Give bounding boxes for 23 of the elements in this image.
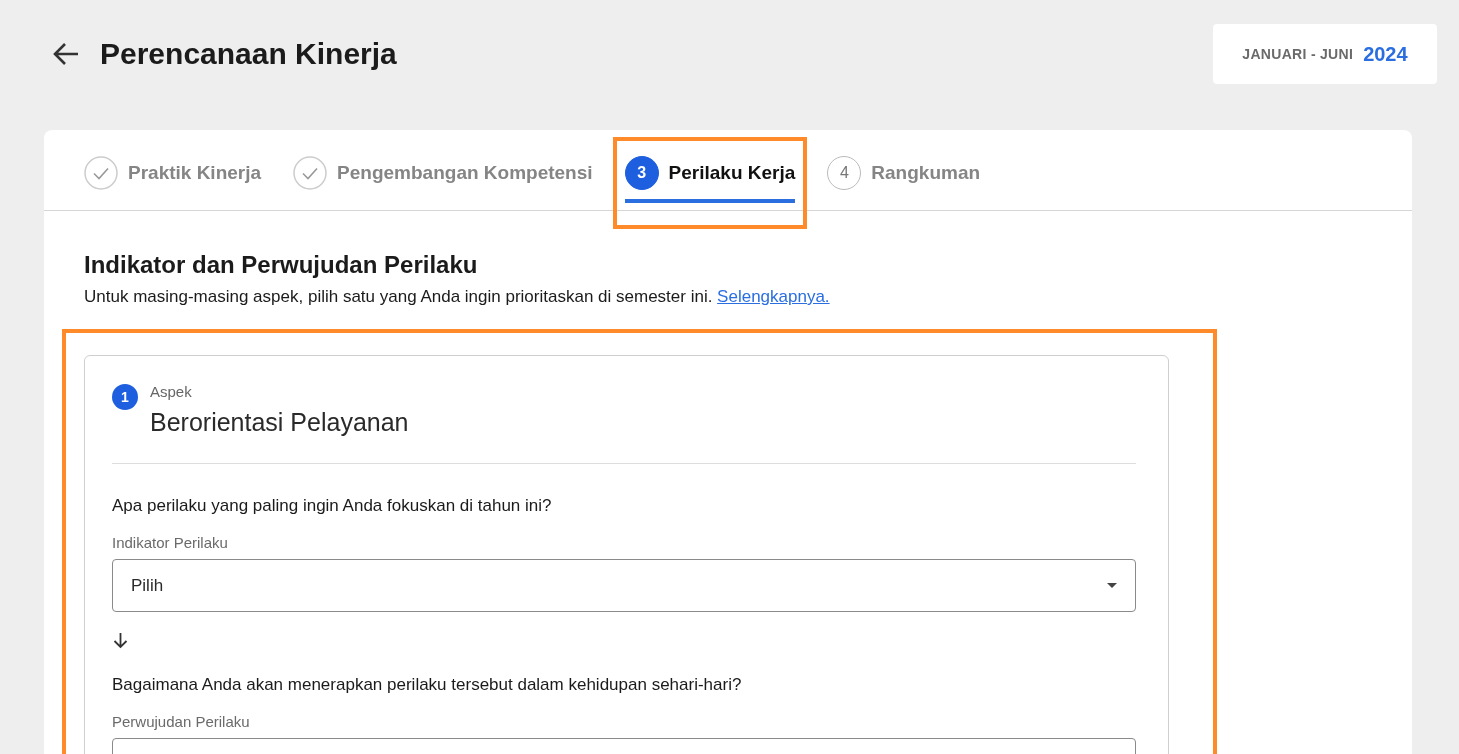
down-arrow-icon <box>112 632 129 649</box>
page-title: Perencanaan Kinerja <box>100 37 397 71</box>
aspect-caption: Aspek <box>150 383 193 400</box>
period-label: JANUARI - JUNI <box>1242 46 1354 62</box>
section-description: Untuk masing-masing aspek, pilih satu yang Anda ingin prioritaskan di semester ini. Selengkapnya. <box>84 287 831 307</box>
step-tab[interactable]: 4 Rangkuman <box>815 137 993 229</box>
step-number: 3 <box>624 156 659 190</box>
check-circle-icon <box>293 156 328 190</box>
step-tab[interactable]: 3 Perilaku Kerja <box>612 137 808 229</box>
more-link[interactable]: Selengkapnya. <box>717 287 830 306</box>
step-tab[interactable]: Pengembangan Kompetensi <box>281 137 605 229</box>
field-label: Indikator Perilaku <box>112 534 229 551</box>
field-label: Perwujudan Perilaku <box>112 713 251 730</box>
aspect-title: Berorientasi Pelayanan <box>150 408 409 437</box>
aspect-number: 1 <box>112 384 138 410</box>
step-tab[interactable]: Praktik Kinerja <box>72 137 274 229</box>
check-circle-icon <box>84 156 118 190</box>
section-title: Indikator dan Perwujudan Perilaku <box>84 251 479 279</box>
select-field[interactable]: Pilih <box>112 559 1136 612</box>
dropdown-caret-icon <box>1107 583 1117 588</box>
question-text: Apa perilaku yang paling ingin Anda fokuskan di tahun ini? <box>112 496 553 516</box>
question-text: Bagaimana Anda akan menerapkan perilaku tersebut dalam kehidupan sehari-hari? <box>112 675 743 695</box>
period-year: 2024 <box>1363 42 1408 66</box>
